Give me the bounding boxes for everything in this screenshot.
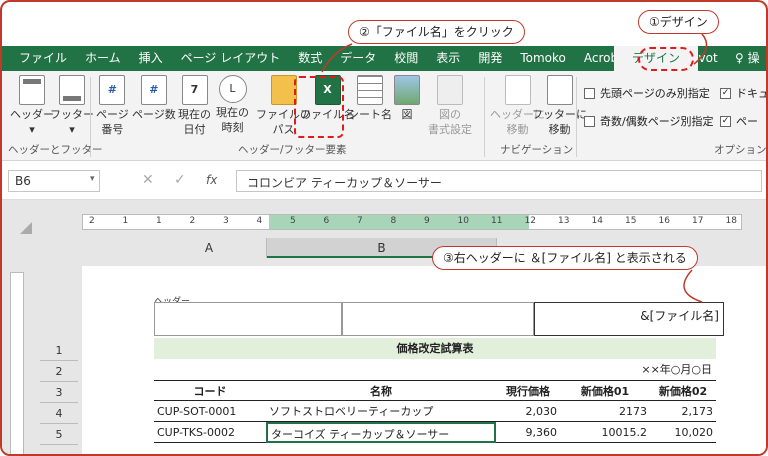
arrow-step-1 <box>693 33 708 65</box>
annotation-arrows <box>321 33 708 303</box>
arrow-step-2 <box>321 43 353 73</box>
window-frame: ファイル ホーム 挿入 ページ レイアウト 数式 データ 校閲 表示 開発 To… <box>0 0 768 456</box>
arrow-step-3 <box>683 269 703 303</box>
